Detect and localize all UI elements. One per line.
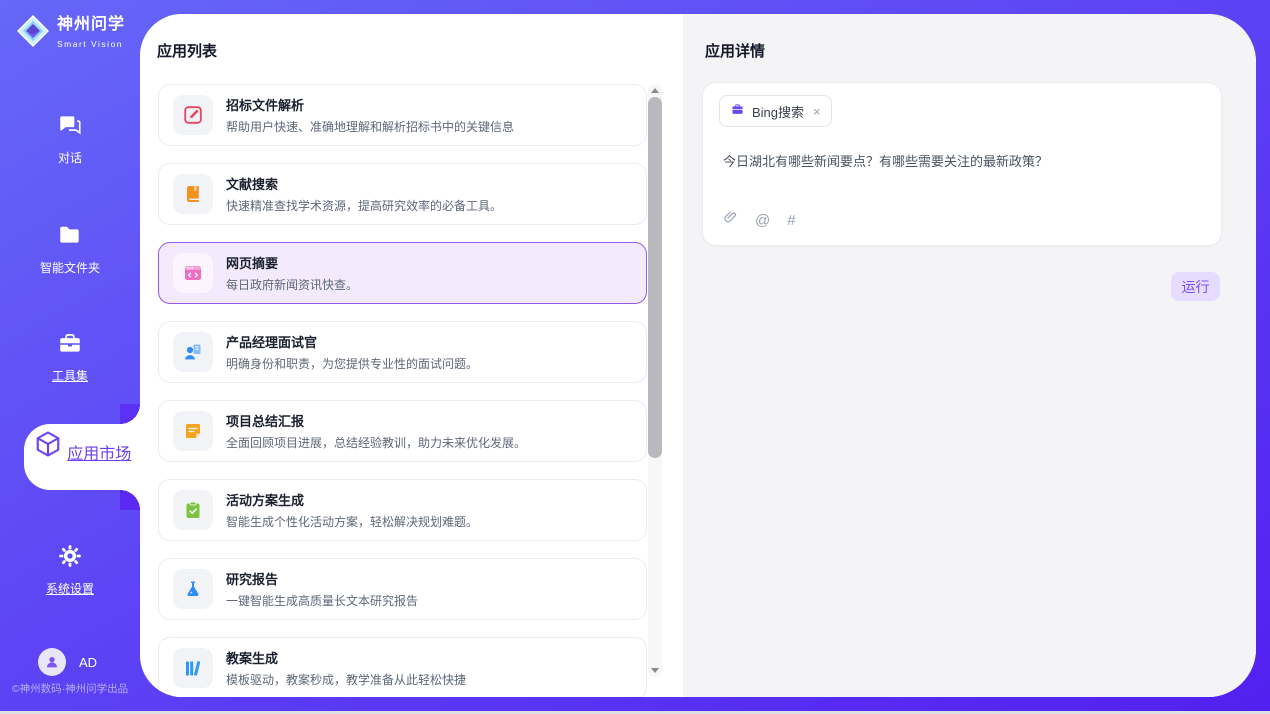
app-list-item[interactable]: 招标文件解析 帮助用户快速、准确地理解和解析招标书中的关键信息: [158, 84, 647, 146]
app-list-item[interactable]: 网页摘要 每日政府新闻资讯快查。: [158, 242, 647, 304]
hash-icon[interactable]: #: [787, 213, 795, 228]
app-name: 网页摘要: [226, 253, 358, 272]
scroll-up-arrow-icon[interactable]: [651, 88, 659, 93]
sidebar-item-label: 工具集: [0, 367, 140, 384]
app-list-title: 应用列表: [157, 40, 217, 61]
app-list: 招标文件解析 帮助用户快速、准确地理解和解析招标书中的关键信息 文献搜索 快速精…: [158, 84, 647, 697]
sidebar: 神州问学 Smart Vision 对话 智能文件夹 工具集 应用市场 系统设置: [0, 0, 140, 714]
sidebar-item-toolset[interactable]: 工具集: [0, 330, 140, 384]
avatar: [38, 648, 66, 676]
sidebar-item-app-market[interactable]: 应用市场: [24, 424, 140, 490]
app-detail-panel: 应用详情 Bing搜索 × 今日湖北有哪些新闻要点？有哪些需要关注的最新政策？ …: [683, 14, 1256, 697]
sidebar-item-label: 系统设置: [0, 580, 140, 597]
tool-tag-label: Bing搜索: [752, 102, 804, 121]
app-name: 文献搜索: [226, 174, 502, 193]
sidebar-item-label: 对话: [0, 149, 140, 166]
sidebar-item-smart-folder[interactable]: 智能文件夹: [0, 222, 140, 276]
flask-icon: [173, 569, 213, 609]
app-name: 研究报告: [226, 569, 418, 588]
diamond-logo-icon: [16, 14, 50, 53]
tool-tag-bing-search[interactable]: Bing搜索 ×: [719, 95, 832, 127]
app-list-item[interactable]: 教案生成 模板驱动，教案秒成，教学准备从此轻松快捷: [158, 637, 647, 697]
user-name: AD: [79, 655, 97, 670]
scrollbar[interactable]: [648, 84, 662, 677]
browser-icon: [173, 253, 213, 293]
app-description: 全面回顾项目进展，总结经验教训，助力未来优化发展。: [226, 434, 526, 451]
app-list-item[interactable]: 产品经理面试官 明确身份和职责，为您提供专业性的面试问题。: [158, 321, 647, 383]
sidebar-item-chat[interactable]: 对话: [0, 112, 140, 166]
app-description: 每日政府新闻资讯快查。: [226, 276, 358, 293]
books-icon: [173, 648, 213, 688]
cube-icon: [33, 446, 67, 463]
brand-logo: 神州问学 Smart Vision: [16, 14, 140, 53]
scrollbar-thumb[interactable]: [648, 97, 662, 458]
app-detail-title: 应用详情: [705, 40, 765, 61]
app-description: 快速精准查找学术资源，提高研究效率的必备工具。: [226, 197, 502, 214]
at-icon[interactable]: @: [755, 213, 770, 228]
app-description: 帮助用户快速、准确地理解和解析招标书中的关键信息: [226, 118, 514, 135]
app-list-panel: 应用列表 招标文件解析 帮助用户快速、准确地理解和解析招标书中的关键信息 文献搜…: [140, 14, 683, 697]
app-description: 明确身份和职责，为您提供专业性的面试问题。: [226, 355, 478, 372]
close-icon[interactable]: ×: [813, 104, 821, 119]
app-description: 模板驱动，教案秒成，教学准备从此轻松快捷: [226, 671, 466, 688]
toolbox-icon: [57, 343, 83, 360]
app-name: 产品经理面试官: [226, 332, 478, 351]
app-name: 招标文件解析: [226, 95, 514, 114]
sidebar-item-label: 智能文件夹: [0, 259, 140, 276]
interviewer-icon: [173, 332, 213, 372]
note-icon: [173, 411, 213, 451]
app-root: { "brand": { "name": "神州问学", "subtitle":…: [0, 0, 1270, 714]
attachment-toolbar: @ #: [723, 209, 796, 231]
app-name: 教案生成: [226, 648, 466, 667]
app-name: 活动方案生成: [226, 490, 478, 509]
app-description: 一键智能生成高质量长文本研究报告: [226, 592, 418, 609]
scroll-down-arrow-icon[interactable]: [651, 668, 659, 673]
app-list-item[interactable]: 活动方案生成 智能生成个性化活动方案，轻松解决规划难题。: [158, 479, 647, 541]
book-icon: [173, 174, 213, 214]
brand-name: 神州问学: [57, 16, 125, 33]
clipboard-check-icon: [173, 490, 213, 530]
brand-subtitle: Smart Vision: [57, 39, 123, 49]
run-button[interactable]: 运行: [1171, 272, 1220, 301]
app-description: 智能生成个性化活动方案，轻松解决规划难题。: [226, 513, 478, 530]
paperclip-icon[interactable]: [723, 209, 738, 231]
app-name: 项目总结汇报: [226, 411, 526, 430]
main-content: 应用列表 招标文件解析 帮助用户快速、准确地理解和解析招标书中的关键信息 文献搜…: [140, 14, 1256, 697]
edit-square-icon: [173, 95, 213, 135]
app-list-item[interactable]: 文献搜索 快速精准查找学术资源，提高研究效率的必备工具。: [158, 163, 647, 225]
copyright-text: ©神州数码·神州问学出品: [0, 681, 140, 696]
prompt-input[interactable]: 今日湖北有哪些新闻要点？有哪些需要关注的最新政策？: [723, 151, 1201, 170]
sidebar-item-settings[interactable]: 系统设置: [0, 543, 140, 597]
folder-icon: [57, 235, 83, 252]
briefcase-icon: [730, 102, 745, 120]
chat-icon: [57, 125, 83, 142]
user-account[interactable]: AD: [38, 648, 97, 676]
app-list-item[interactable]: 研究报告 一键智能生成高质量长文本研究报告: [158, 558, 647, 620]
sidebar-item-label: 应用市场: [67, 446, 131, 463]
gear-icon: [57, 556, 83, 573]
prompt-card: Bing搜索 × 今日湖北有哪些新闻要点？有哪些需要关注的最新政策？ @ #: [702, 82, 1222, 246]
app-list-item[interactable]: 项目总结汇报 全面回顾项目进展，总结经验教训，助力未来优化发展。: [158, 400, 647, 462]
